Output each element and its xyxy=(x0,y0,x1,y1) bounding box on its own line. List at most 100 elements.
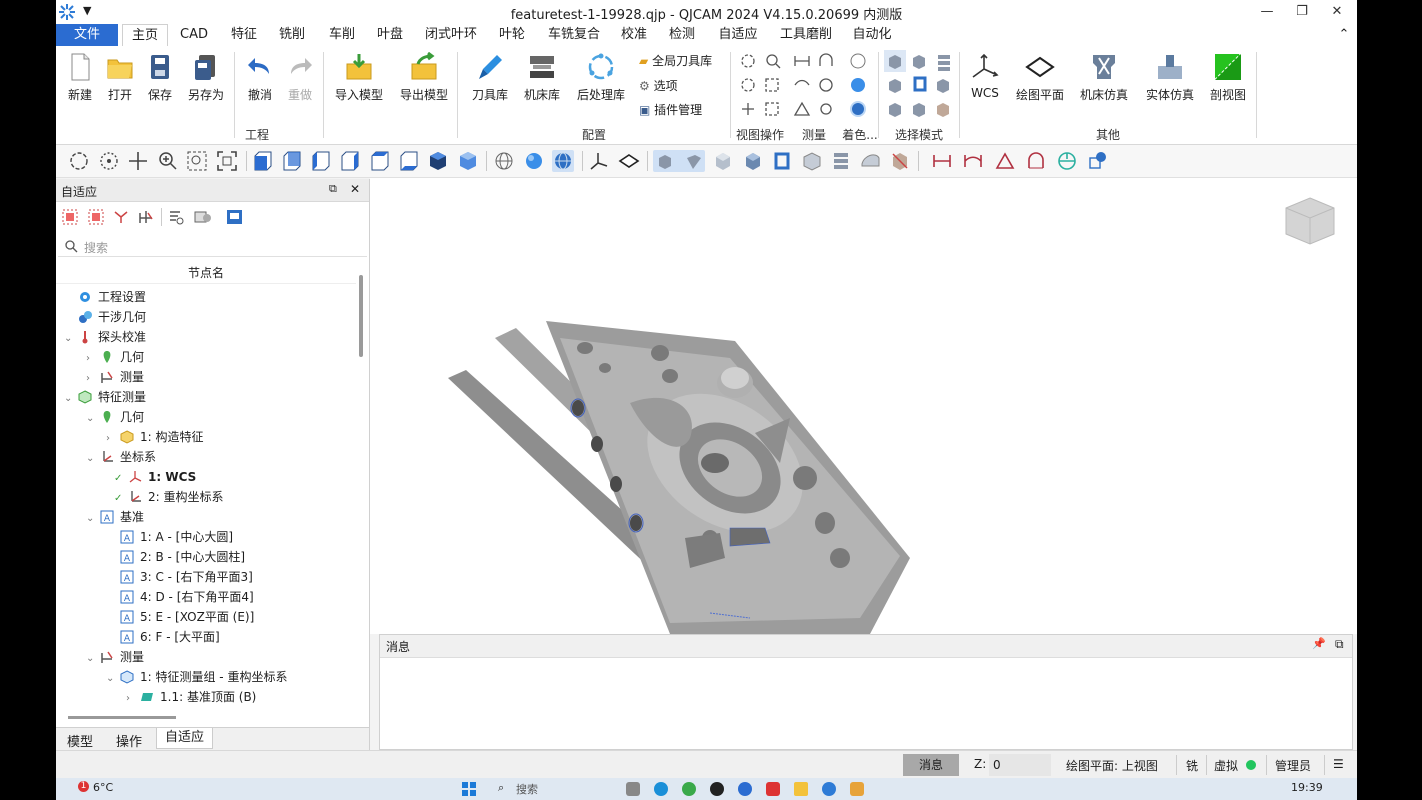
tree-node[interactable]: ⌄ 坐标系 xyxy=(86,447,156,467)
tree-node[interactable]: 干涉几何 xyxy=(64,307,146,327)
pan-icon[interactable] xyxy=(127,150,149,172)
tree-node[interactable]: A 5: E - [XOZ平面 (E)] xyxy=(106,607,254,627)
tree-node[interactable]: ⌄ A 基准 xyxy=(86,507,144,527)
shaded-edges-icon[interactable] xyxy=(552,150,574,172)
export-report-icon[interactable] xyxy=(226,209,243,225)
app-taskbar-icon[interactable] xyxy=(850,782,864,796)
rotate-icon[interactable] xyxy=(68,150,90,172)
solid-sim-button[interactable]: 实体仿真 xyxy=(1142,52,1198,103)
panel-float-button[interactable]: ⧉ xyxy=(329,182,337,196)
qjcam-taskbar-icon[interactable] xyxy=(822,782,836,796)
plane-icon[interactable] xyxy=(618,150,640,172)
measure-info-icon[interactable] xyxy=(1087,150,1109,172)
message-restore-button[interactable]: ⧉ xyxy=(1335,637,1344,652)
measure-angle-icon[interactable] xyxy=(994,150,1016,172)
save-button[interactable]: 保存 xyxy=(136,52,184,103)
tree-node[interactable]: A 1: A - [中心大圆] xyxy=(106,527,233,547)
tab-turning[interactable]: 车削 xyxy=(322,24,362,46)
select-shell-icon[interactable] xyxy=(801,150,823,172)
machine-library-button[interactable]: 机床库 xyxy=(518,52,566,103)
view-cube-icon[interactable] xyxy=(1282,196,1338,246)
tree-vertical-scrollbar[interactable] xyxy=(359,275,363,357)
tab-home[interactable]: 主页 xyxy=(122,24,168,47)
fit-all-icon[interactable] xyxy=(216,150,238,172)
tree-horizontal-scrollbar[interactable] xyxy=(68,716,176,719)
post-library-button[interactable]: 后处理库 xyxy=(572,52,630,103)
tree-node[interactable]: › 1.1: 基准顶面 (B) xyxy=(126,687,256,707)
machine-sim-button[interactable]: 机床仿真 xyxy=(1076,52,1132,103)
tree-node[interactable]: A 3: C - [右下角平面3] xyxy=(106,567,253,587)
panel-close-button[interactable]: ✕ xyxy=(350,182,360,196)
wireframe-icon[interactable] xyxy=(493,150,515,172)
select-body-toggle-icon[interactable] xyxy=(653,150,705,172)
tree-node[interactable]: 工程设置 xyxy=(64,287,146,307)
shading-icons[interactable] xyxy=(846,52,870,122)
tree-node[interactable]: ✓ 2: 重构坐标系 xyxy=(114,487,224,507)
tool-library-button[interactable]: 刀具库 xyxy=(466,52,514,103)
select-face-icon[interactable] xyxy=(712,150,734,172)
report-icon[interactable] xyxy=(194,209,212,225)
select-layers-icon[interactable] xyxy=(830,150,852,172)
options-button[interactable]: ⚙ 选项 xyxy=(639,76,678,96)
redo-button[interactable]: 重做 xyxy=(276,52,324,103)
tree-node[interactable]: ⌄ 几何 xyxy=(86,407,144,427)
view-iso2-icon[interactable] xyxy=(457,150,479,172)
select-solid-icon[interactable] xyxy=(742,150,764,172)
file-explorer-icon[interactable] xyxy=(794,782,808,796)
select-loop-icon[interactable] xyxy=(771,150,793,172)
wps-icon[interactable] xyxy=(766,782,780,796)
view-top-icon[interactable] xyxy=(369,150,391,172)
draw-plane-button[interactable]: 绘图平面 xyxy=(1012,52,1068,103)
list-settings-icon[interactable] xyxy=(168,209,184,225)
tab-blisk[interactable]: 叶盘 xyxy=(370,24,410,46)
tab-operations[interactable]: 操作 xyxy=(116,731,142,750)
zoom-icon[interactable] xyxy=(157,150,179,172)
tree-search[interactable]: 搜索 xyxy=(58,236,367,257)
measure-arc-icon[interactable] xyxy=(962,150,984,172)
collapse-all-icon[interactable] xyxy=(62,209,78,225)
measure-tree-icon[interactable] xyxy=(138,209,154,225)
taskbar-search-icon[interactable]: ⌕ xyxy=(498,781,504,795)
search-input[interactable]: 搜索 xyxy=(84,239,108,256)
status-message-button[interactable]: 消息 xyxy=(903,754,959,776)
3d-viewport[interactable] xyxy=(370,178,1357,634)
zoom-window-icon[interactable] xyxy=(186,150,208,172)
tree-node[interactable]: › 1: 构造特征 xyxy=(106,427,204,447)
tab-inspection[interactable]: 检测 xyxy=(662,24,702,46)
tab-shrouded-blisk[interactable]: 闭式叶环 xyxy=(421,24,481,46)
taskbar-search[interactable]: 搜索 xyxy=(516,781,538,797)
tree-node[interactable]: A 4: D - [右下角平面4] xyxy=(106,587,254,607)
measure-distance-icon[interactable] xyxy=(931,150,953,172)
global-tool-library-button[interactable]: ▰ 全局刀具库 xyxy=(639,51,712,71)
maximize-button[interactable]: ❐ xyxy=(1286,2,1318,22)
triad-icon[interactable] xyxy=(588,150,610,172)
plugin-manager-button[interactable]: ▣ 插件管理 xyxy=(639,100,702,120)
tree-node[interactable]: A 6: F - [大平面] xyxy=(106,627,220,647)
tab-adaptive-panel[interactable]: 自适应 xyxy=(156,728,214,749)
import-model-button[interactable]: 导入模型 xyxy=(334,52,384,103)
tab-model[interactable]: 模型 xyxy=(67,731,93,750)
tab-mill-turn[interactable]: 车铣复合 xyxy=(542,24,606,46)
wechat-icon[interactable] xyxy=(682,782,696,796)
edge-icon[interactable] xyxy=(654,782,668,796)
task-view-icon[interactable] xyxy=(626,782,640,796)
section-view-button[interactable]: 剖视图 xyxy=(1204,52,1252,103)
tree-node[interactable]: ⌄ 探头校准 xyxy=(64,327,146,347)
view-ops-icons[interactable] xyxy=(739,52,789,122)
view-iso-icon[interactable] xyxy=(427,150,449,172)
save-as-button[interactable]: 另存为 xyxy=(182,52,230,103)
expand-all-icon[interactable] xyxy=(88,209,104,225)
measure-icons[interactable] xyxy=(791,52,841,122)
measure-radius-icon[interactable] xyxy=(1025,150,1047,172)
tree-node[interactable]: ⌄ 1: 特征测量组 - 重构坐标系 xyxy=(106,667,287,687)
tree-node[interactable]: › 几何 xyxy=(86,347,144,367)
orbit-icon[interactable] xyxy=(98,150,120,172)
minimize-button[interactable]: — xyxy=(1251,2,1283,22)
tab-feature[interactable]: 特征 xyxy=(224,24,264,46)
tree-node[interactable]: ⌄ 特征测量 xyxy=(64,387,146,407)
select-surface-icon[interactable] xyxy=(859,150,881,172)
tab-impeller[interactable]: 叶轮 xyxy=(492,24,532,46)
view-right-icon[interactable] xyxy=(339,150,361,172)
tree-node[interactable]: ⌄ 测量 xyxy=(86,647,144,667)
filter-icon[interactable] xyxy=(113,209,129,225)
